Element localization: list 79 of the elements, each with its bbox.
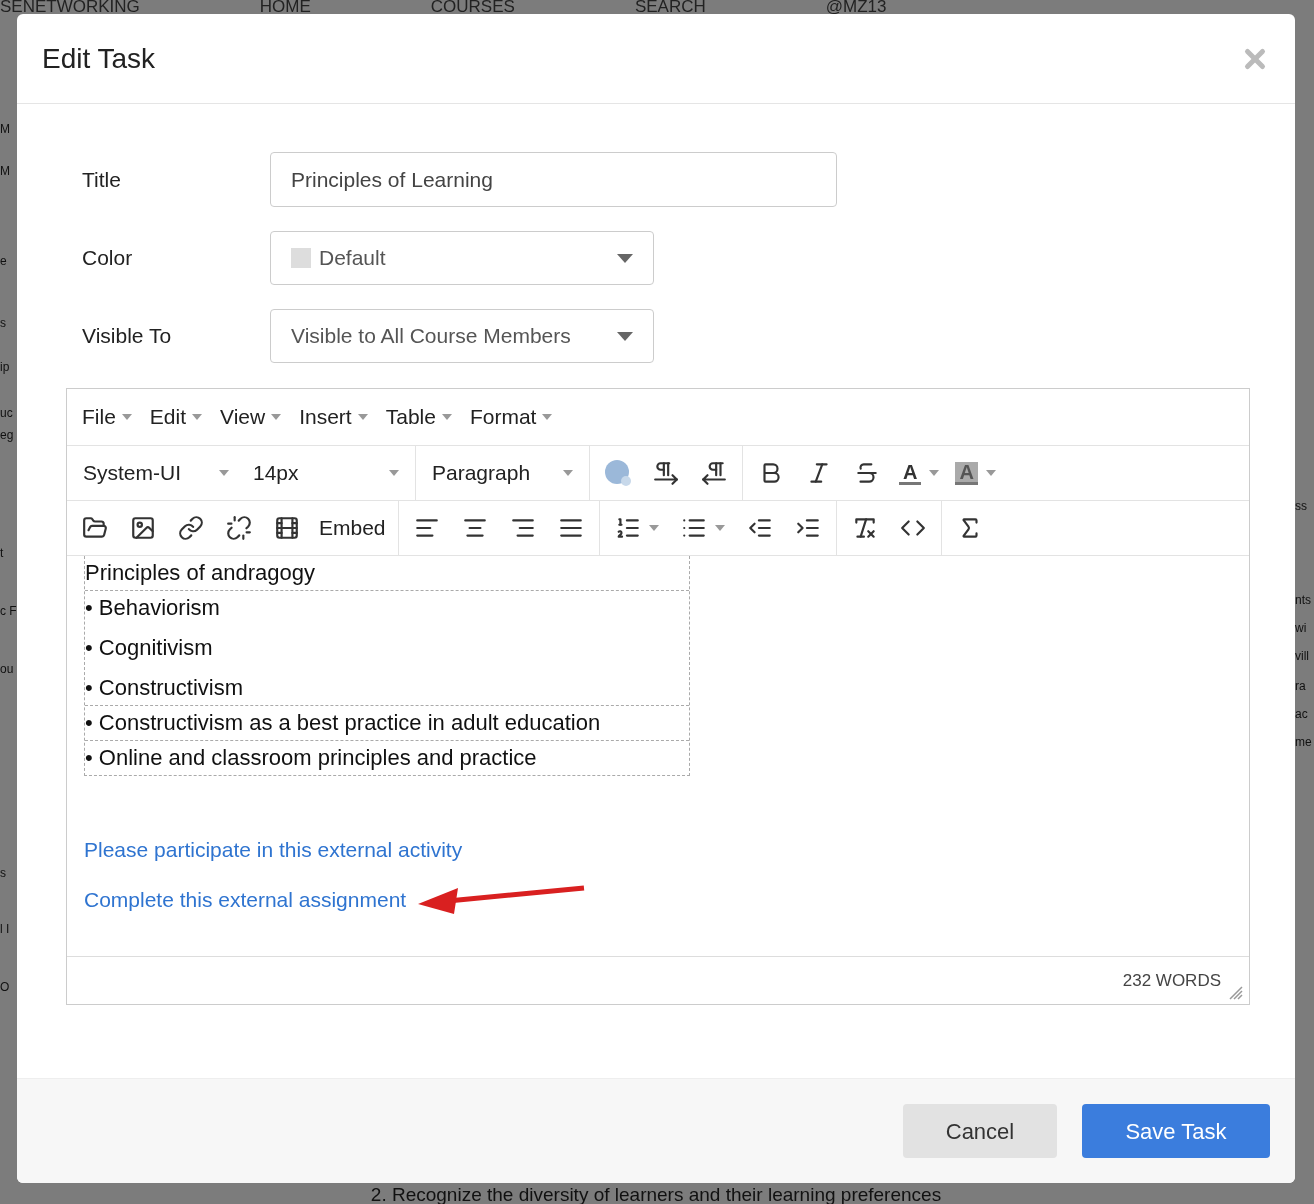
toolbar-dropdown[interactable]: 14px [241,453,411,493]
background-text: l I [0,922,11,936]
nav-link[interactable]: SEARCH [634,0,706,14]
caret-icon [389,470,399,476]
background-text: c F [0,604,17,618]
caret-icon [357,414,368,420]
caret-icon [563,470,573,476]
film-icon [274,515,300,541]
pilcrow-left-icon [701,460,727,486]
background-text: vill [1295,649,1310,663]
menu-item[interactable]: Insert [290,401,377,433]
menu-item[interactable]: Format [460,401,562,433]
resize-grip-icon[interactable] [1229,986,1243,1000]
caret-icon [617,331,633,341]
background-text: uc [0,406,14,420]
link-icon [178,515,204,541]
field-label: Title [82,166,122,193]
table-cell-text: Principles of andragogy [85,561,316,585]
caret-icon [271,414,282,420]
field-label: Visible To [82,323,173,350]
caret-icon [648,525,659,531]
background-text: ou [0,662,15,676]
title-input[interactable]: Principles of Learning [270,152,837,207]
caret-icon [441,414,452,420]
background-text: O [0,980,11,994]
table-cell-text: • Constructivism [85,676,245,700]
background-text: t [0,546,5,560]
menu-item[interactable]: File [73,401,141,433]
table-cell-text: • Behaviorism [85,596,221,620]
nav-link[interactable]: HOME [259,0,311,14]
save-button[interactable]: Save Task [1082,1104,1270,1158]
background-text: s [0,866,7,880]
table-cell-text: • Online and classroom principles and practice [85,746,538,770]
menu-item[interactable]: Table [376,401,461,433]
caret-icon [929,470,940,476]
table-cell-text: • Cognitivism [85,636,214,660]
cancel-button[interactable]: Cancel [903,1104,1057,1158]
embed-button[interactable]: Embed [311,508,394,548]
text-color-button[interactable]: A [891,453,948,493]
background-text: M [0,122,11,136]
select-dropdown[interactable]: Visible to All Course Members [270,309,654,363]
caret-icon [542,414,553,420]
background-text: nts [1295,593,1312,607]
background-text: ip [0,360,11,374]
broken-link-icon [226,515,252,541]
activity-link[interactable]: Complete this external assignment [84,883,407,915]
toolbar-dropdown[interactable]: Paragraph [420,453,585,493]
folder-icon [82,515,108,541]
background-text: me [1295,735,1313,749]
activity-link[interactable]: Please participate in this external activity [84,834,463,866]
background-text: ac [1295,707,1309,721]
dialog-title: Edit Task [42,41,156,76]
nav-link[interactable]: @MZ13 [825,0,887,14]
nav-link[interactable]: SENETWORKING [0,0,140,14]
plugin-badge-icon [604,459,632,487]
background-text: s [0,316,7,330]
caret-icon [985,470,996,476]
background-text: M [0,164,11,178]
field-label: Color [82,245,134,272]
pilcrow-right-icon [653,460,679,486]
menu-item[interactable]: Edit [140,401,212,433]
table-cell-text: • Constructivism as a best practice in adult education [85,711,602,735]
caret-icon [617,253,633,263]
toolbar-dropdown[interactable]: System-UI [71,453,241,493]
nav-link[interactable]: COURSES [430,0,515,14]
background-text: ss [1295,499,1308,513]
strikethrough-icon [854,460,880,486]
background-text: e [0,254,8,268]
image-icon [130,515,156,541]
menu-item[interactable]: View [211,401,291,433]
background-text: eg [0,428,15,442]
caret-icon [192,414,203,420]
background-text: wi [1295,621,1308,635]
caret-icon [121,414,132,420]
background-text: ra [1295,679,1307,693]
word-count: 232 WORDS [1122,969,1221,992]
select-dropdown[interactable]: Default [270,231,654,285]
caret-icon [219,470,229,476]
caret-icon [714,525,725,531]
